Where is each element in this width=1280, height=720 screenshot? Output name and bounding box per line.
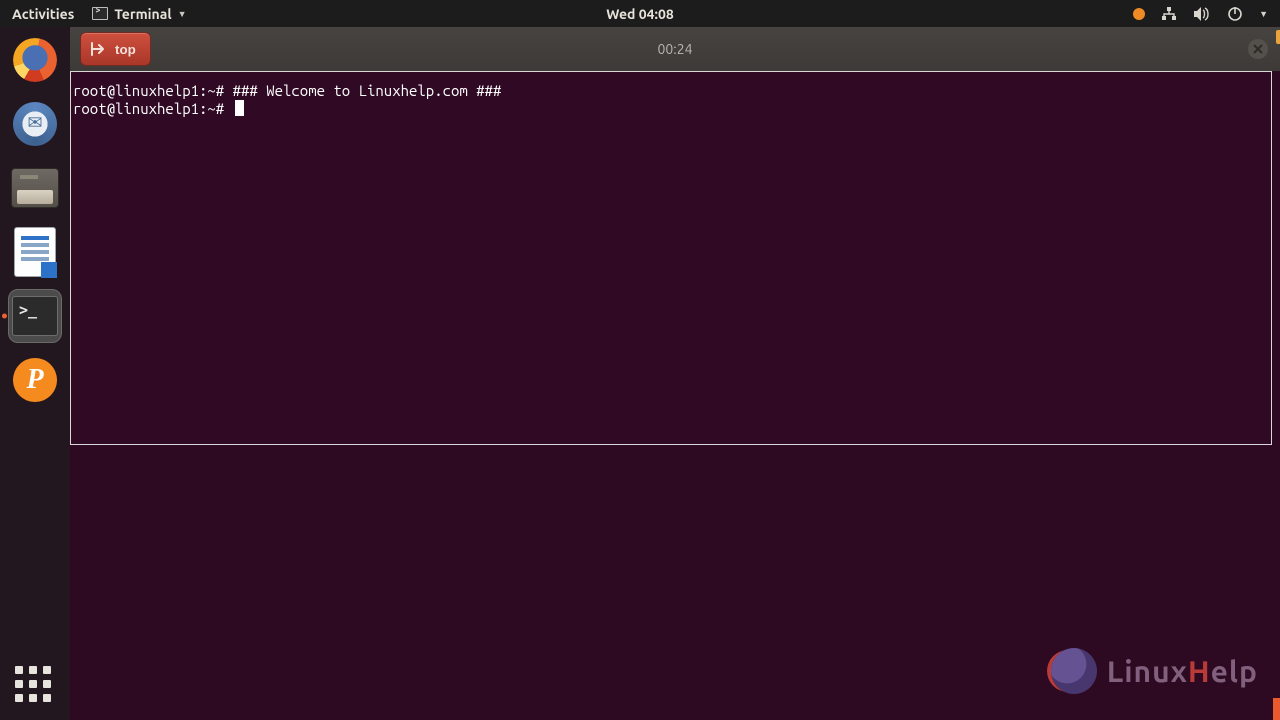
- terminal-icon: [12, 296, 58, 336]
- activities-label: Activities: [12, 6, 74, 22]
- terminal-small-icon: [92, 7, 108, 20]
- dock-thunderbird[interactable]: [8, 97, 62, 151]
- volume-icon[interactable]: [1193, 6, 1211, 22]
- screen-recorder-bar: top 00:24: [70, 27, 1280, 71]
- dock-psiphon[interactable]: P: [8, 353, 62, 407]
- clock-label: Wed 04:08: [606, 6, 674, 22]
- psiphon-icon: P: [13, 358, 57, 402]
- recorder-timer-value: 00:24: [657, 41, 692, 57]
- line-1-text: ### Welcome to Linuxhelp.com ###: [224, 82, 501, 99]
- watermark-word-1: Linux: [1107, 654, 1188, 688]
- firefox-icon: [13, 38, 57, 82]
- chevron-down-icon: ▼: [178, 9, 187, 19]
- watermark-accent: H: [1188, 654, 1211, 688]
- power-icon[interactable]: [1227, 6, 1243, 22]
- edge-accent-icon: [1273, 698, 1280, 720]
- writer-icon: [15, 228, 55, 276]
- prompt-1: root@linuxhelp1:~#: [73, 82, 224, 99]
- activities-button[interactable]: Activities: [0, 0, 86, 27]
- chevron-down-icon[interactable]: ▼: [1259, 9, 1268, 19]
- cursor-icon: [235, 100, 244, 116]
- edge-accent-top-icon: [1276, 30, 1280, 44]
- network-icon[interactable]: [1161, 6, 1177, 22]
- watermark-text: LinuxHelp: [1107, 654, 1258, 688]
- ubuntu-dock: P: [0, 27, 70, 720]
- close-icon: [1253, 44, 1263, 54]
- gnome-top-panel: Activities Terminal ▼ Wed 04:08 ▼: [0, 0, 1280, 27]
- dock-terminal[interactable]: [8, 289, 62, 343]
- dock-firefox[interactable]: [8, 33, 62, 87]
- watermark-word-2: elp: [1211, 654, 1258, 688]
- terminal-output[interactable]: root@linuxhelp1:~# ### Welcome to Linuxh…: [71, 80, 1271, 120]
- stop-recording-button[interactable]: top: [80, 32, 151, 66]
- dock-writer[interactable]: [8, 225, 62, 279]
- notification-dot-icon[interactable]: [1133, 8, 1145, 20]
- show-applications-button[interactable]: [15, 666, 55, 706]
- dock-files[interactable]: [8, 161, 62, 215]
- clock[interactable]: Wed 04:08: [606, 6, 674, 22]
- files-icon: [11, 168, 59, 208]
- recorder-timer: 00:24: [657, 41, 692, 57]
- terminal-menubar-fragment: [71, 72, 1271, 80]
- terminal-window: root@linuxhelp1:~# ### Welcome to Linuxh…: [70, 71, 1272, 445]
- app-menu[interactable]: Terminal ▼: [86, 6, 192, 22]
- prompt-2: root@linuxhelp1:~#: [73, 100, 224, 117]
- linuxhelp-watermark: LinuxHelp: [1051, 648, 1258, 694]
- recorder-close-button[interactable]: [1248, 39, 1268, 59]
- system-status-area: ▼: [1133, 6, 1280, 22]
- thunderbird-icon: [13, 102, 57, 146]
- app-menu-label: Terminal: [114, 6, 171, 22]
- stop-label: top: [115, 42, 136, 57]
- running-indicator-icon: [2, 314, 7, 319]
- watermark-globe-icon: [1051, 648, 1097, 694]
- stop-arrow-icon: [91, 42, 109, 56]
